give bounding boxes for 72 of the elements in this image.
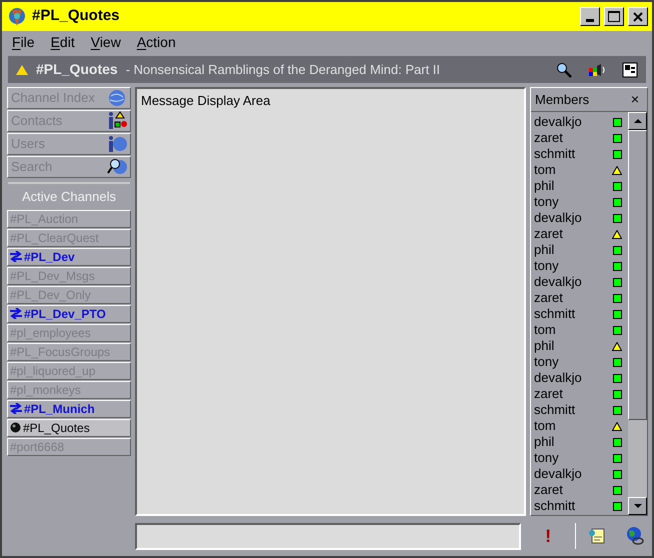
member-name[interactable]: schmitt bbox=[534, 306, 576, 322]
section-heading: Active Channels bbox=[21, 188, 117, 206]
member-name[interactable]: tom bbox=[534, 418, 556, 434]
member-name[interactable]: devalkjo bbox=[534, 466, 582, 482]
menu-item[interactable]: Action bbox=[136, 32, 176, 53]
people-shapes-icon bbox=[107, 111, 127, 131]
placeholder-text: Message Display Area bbox=[141, 93, 270, 108]
away-status-icon bbox=[612, 230, 622, 238]
channel-topic: - Nonsensical Ramblings of the Deranged Mind: Part II bbox=[126, 60, 442, 79]
member-name[interactable]: zaret bbox=[534, 386, 563, 402]
close-icon bbox=[633, 12, 643, 22]
member-name[interactable]: zaret bbox=[534, 482, 563, 498]
scroll-thumb[interactable] bbox=[628, 130, 647, 420]
minimize-icon bbox=[586, 19, 594, 22]
warning-icon bbox=[16, 64, 28, 74]
away-status-icon bbox=[612, 422, 622, 430]
scroll-up-button[interactable] bbox=[628, 112, 647, 130]
member-name[interactable]: tom bbox=[534, 322, 556, 338]
member-name[interactable]: phil bbox=[534, 434, 554, 450]
magnifier-globe-icon bbox=[107, 157, 127, 177]
member-name[interactable]: tony bbox=[534, 450, 559, 466]
member-name[interactable]: tony bbox=[534, 258, 559, 274]
up-arrow-icon bbox=[634, 119, 642, 123]
globe-icon[interactable] bbox=[625, 526, 644, 546]
window-title: #PL_Quotes bbox=[32, 6, 121, 26]
close-button[interactable] bbox=[628, 7, 648, 26]
person-globe-icon bbox=[107, 134, 127, 154]
channel-tab[interactable]: #PL_Dev bbox=[7, 248, 131, 266]
member-name[interactable]: phil bbox=[534, 178, 554, 194]
member-name[interactable]: devalkjo bbox=[534, 210, 582, 226]
down-arrow-icon bbox=[634, 504, 642, 508]
menu-item[interactable]: View bbox=[90, 32, 121, 53]
channel-name: #PL_Quotes bbox=[36, 60, 118, 79]
member-name[interactable]: zaret bbox=[534, 226, 563, 242]
member-name[interactable]: schmitt bbox=[534, 146, 576, 162]
member-name[interactable]: tony bbox=[534, 194, 559, 210]
channel-tab[interactable]: #PL_Dev_PTO bbox=[7, 304, 131, 322]
member-name[interactable]: zaret bbox=[534, 290, 563, 306]
channel-tab[interactable]: #PL_Munich bbox=[7, 400, 131, 418]
maximize-button[interactable] bbox=[604, 7, 624, 26]
member-name[interactable]: phil bbox=[534, 242, 554, 258]
speaker-icon[interactable] bbox=[588, 62, 606, 78]
swap-arrows-icon bbox=[10, 403, 22, 414]
member-name[interactable]: zaret bbox=[534, 130, 563, 146]
window-icon[interactable] bbox=[622, 62, 638, 78]
member-name[interactable]: devalkjo bbox=[534, 274, 582, 290]
member-name[interactable]: schmitt bbox=[534, 402, 576, 418]
menu-item[interactable]: File bbox=[12, 32, 35, 53]
scroll-down-button[interactable] bbox=[628, 497, 647, 515]
close-button[interactable]: × bbox=[626, 89, 643, 110]
member-name[interactable]: devalkjo bbox=[534, 114, 582, 130]
swap-arrows-icon bbox=[10, 308, 22, 319]
member-name[interactable]: schmitt bbox=[534, 498, 576, 514]
member-name[interactable]: devalkjo bbox=[534, 370, 582, 386]
search-icon[interactable] bbox=[556, 62, 572, 78]
maximize-icon bbox=[608, 11, 620, 22]
menu-item[interactable]: Edit bbox=[50, 32, 75, 53]
message-input[interactable] bbox=[135, 522, 522, 550]
app-icon bbox=[6, 6, 28, 28]
globe-icon bbox=[107, 88, 127, 108]
minimize-button[interactable] bbox=[580, 7, 600, 26]
dot-icon bbox=[10, 422, 21, 433]
member-name[interactable]: tony bbox=[534, 354, 559, 370]
member-name[interactable]: phil bbox=[534, 338, 554, 354]
swap-arrows-icon bbox=[10, 251, 22, 262]
script-icon[interactable] bbox=[588, 527, 606, 545]
away-status-icon bbox=[612, 342, 622, 350]
member-name[interactable]: tom bbox=[534, 162, 556, 178]
away-status-icon bbox=[612, 166, 622, 174]
channel-tab[interactable]: #PL_Quotes bbox=[7, 418, 131, 436]
scrollbar[interactable] bbox=[628, 112, 647, 515]
panel-title: Members bbox=[535, 90, 590, 109]
